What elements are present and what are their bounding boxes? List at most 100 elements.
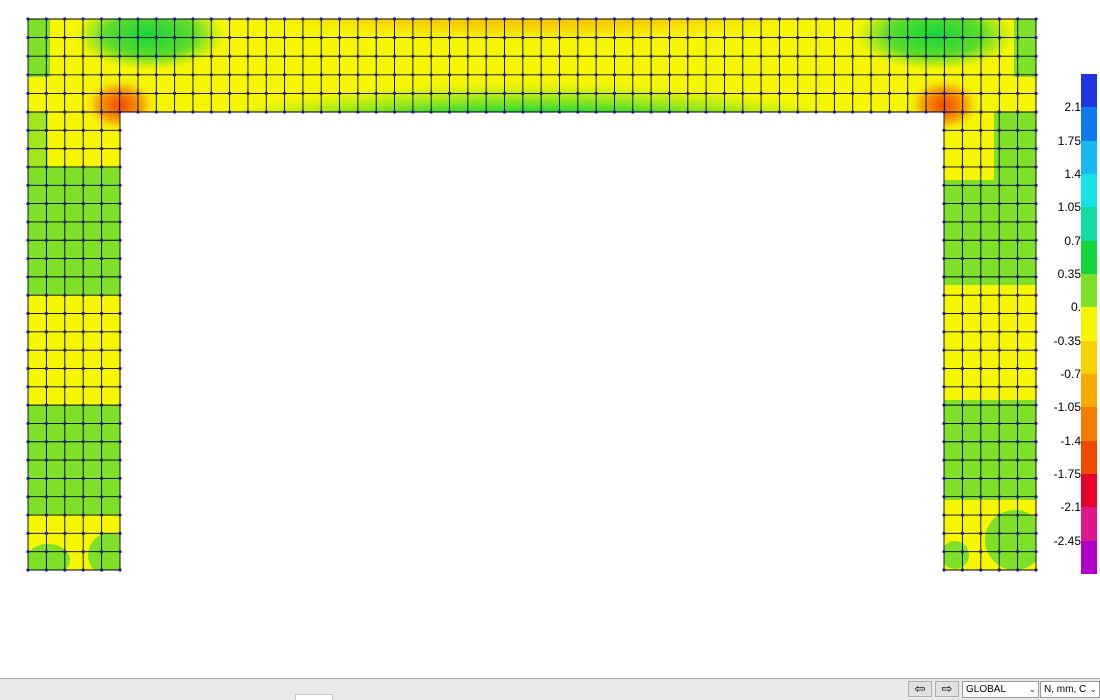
mesh-node bbox=[612, 54, 617, 58]
mesh-node bbox=[942, 476, 946, 480]
mesh-node bbox=[851, 36, 855, 40]
mesh-node bbox=[26, 495, 30, 499]
mesh-node bbox=[1016, 73, 1020, 77]
mesh-node bbox=[997, 366, 1001, 371]
mesh-node bbox=[26, 36, 30, 40]
units-select[interactable]: N, mm, C ⌄ bbox=[1040, 681, 1100, 698]
mesh-node bbox=[44, 36, 48, 40]
mesh-node bbox=[1016, 403, 1020, 407]
mesh-node bbox=[979, 202, 983, 206]
mesh-node bbox=[484, 54, 488, 58]
mesh-node bbox=[99, 54, 103, 58]
mesh-node bbox=[63, 421, 67, 426]
mesh-node bbox=[26, 513, 30, 517]
mesh-node bbox=[997, 495, 1001, 499]
mesh-node bbox=[777, 17, 782, 21]
mesh-node bbox=[942, 73, 946, 77]
mesh-node bbox=[118, 458, 122, 462]
mesh-node bbox=[81, 421, 85, 426]
mesh-node bbox=[374, 54, 378, 58]
mesh-node bbox=[26, 238, 30, 242]
stress-contour-plot[interactable] bbox=[0, 0, 1100, 678]
mesh-node bbox=[44, 311, 49, 316]
mesh-node bbox=[759, 54, 763, 58]
legend-label: 1.4 bbox=[1064, 167, 1081, 181]
mesh-node bbox=[484, 17, 488, 21]
mesh-node bbox=[1016, 458, 1020, 462]
mesh-node bbox=[100, 550, 104, 554]
mesh-node bbox=[374, 110, 378, 114]
mesh-node bbox=[869, 36, 873, 40]
mesh-node bbox=[44, 220, 49, 224]
mesh-node bbox=[81, 54, 85, 58]
arrow-left-icon[interactable]: ⇦ bbox=[908, 681, 932, 697]
mesh-node bbox=[26, 183, 30, 187]
tab-stub[interactable] bbox=[295, 694, 333, 700]
mesh-node bbox=[1034, 476, 1038, 480]
mesh-node bbox=[392, 17, 397, 21]
mesh-node bbox=[63, 403, 67, 407]
mesh-node bbox=[924, 110, 928, 114]
mesh-node bbox=[777, 54, 782, 58]
mesh-node bbox=[282, 73, 287, 77]
legend-label: -0.7 bbox=[1060, 367, 1081, 381]
model-viewport[interactable]: 2.1 1.75 1.4 1.05 0.7 0.35 0. -0.35 -0.7 -1.05 -1.… bbox=[0, 0, 1100, 678]
mesh-node bbox=[887, 73, 891, 77]
mesh-node bbox=[997, 403, 1001, 407]
mesh-node bbox=[26, 110, 30, 114]
mesh-node bbox=[81, 293, 85, 297]
mesh-node bbox=[173, 73, 177, 77]
mesh-node bbox=[81, 495, 85, 499]
mesh-node bbox=[81, 513, 85, 517]
mesh-node bbox=[1034, 513, 1038, 517]
mesh-node bbox=[1034, 458, 1038, 462]
mesh-node bbox=[631, 17, 635, 21]
mesh-node bbox=[447, 73, 452, 77]
mesh-node bbox=[26, 440, 30, 444]
legend-band bbox=[1081, 274, 1097, 308]
coordinate-system-select[interactable]: GLOBAL ⌄ bbox=[962, 681, 1039, 698]
mesh-node bbox=[173, 36, 177, 40]
mesh-node bbox=[173, 54, 177, 58]
mesh-node bbox=[44, 476, 49, 480]
mesh-node bbox=[118, 220, 122, 224]
mesh-node bbox=[906, 91, 910, 95]
mesh-node bbox=[1034, 36, 1038, 40]
mesh-node bbox=[100, 275, 104, 279]
mesh-node bbox=[869, 54, 873, 58]
mesh-node bbox=[777, 36, 782, 40]
mesh-node bbox=[44, 458, 49, 462]
mesh-node bbox=[411, 110, 415, 114]
mesh-node bbox=[118, 513, 122, 517]
mesh-node bbox=[796, 54, 800, 58]
mesh-node bbox=[100, 348, 104, 352]
mesh-node bbox=[466, 54, 470, 58]
mesh-node bbox=[960, 366, 965, 371]
mesh-node bbox=[997, 385, 1001, 389]
mesh-node bbox=[502, 110, 507, 114]
mesh-node bbox=[814, 36, 818, 40]
mesh-node bbox=[594, 110, 598, 114]
mesh-node bbox=[1016, 36, 1020, 40]
arrow-right-icon[interactable]: ⇨ bbox=[935, 681, 959, 697]
mesh-node bbox=[1034, 385, 1038, 389]
mesh-node bbox=[1034, 17, 1038, 21]
mesh-node bbox=[741, 54, 745, 58]
mesh-node bbox=[722, 110, 727, 114]
mesh-node bbox=[979, 513, 983, 517]
mesh-node bbox=[1034, 238, 1038, 242]
mesh-node bbox=[63, 348, 67, 352]
mesh-node bbox=[118, 147, 122, 151]
mesh-node bbox=[81, 458, 85, 462]
mesh-node bbox=[887, 91, 891, 95]
mesh-node bbox=[63, 256, 67, 261]
mesh-node bbox=[282, 36, 287, 40]
mesh-node bbox=[960, 403, 965, 407]
mesh-node bbox=[447, 17, 452, 21]
mesh-node bbox=[851, 17, 855, 21]
mesh-node bbox=[44, 550, 49, 554]
mesh-node bbox=[44, 91, 48, 95]
mesh-node bbox=[264, 91, 268, 95]
legend-band bbox=[1081, 340, 1097, 375]
mesh-node bbox=[282, 110, 287, 114]
